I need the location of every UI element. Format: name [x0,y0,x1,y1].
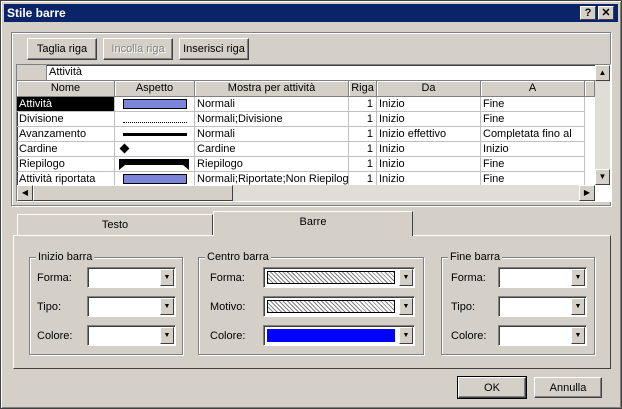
middle-shape-label: Forma: [210,272,245,284]
chevron-down-icon[interactable]: ▼ [399,269,413,286]
cell-from[interactable]: Inizio effettivo [377,127,481,142]
start-shape-label: Forma: [37,272,72,284]
cell-show[interactable]: Cardine [195,142,349,157]
cell-row[interactable]: 1 [349,97,377,112]
scroll-right-icon[interactable]: ▶ [579,185,595,201]
ok-button[interactable]: OK [457,376,527,399]
bar-preview-summary [119,159,189,170]
shape-preview [267,271,395,284]
chevron-down-icon[interactable]: ▼ [571,327,585,344]
bar-preview-line [123,133,187,136]
scroll-up-icon[interactable]: ▲ [595,65,610,81]
end-shape-select[interactable]: ▼ [498,267,587,288]
chevron-down-icon[interactable]: ▼ [160,269,174,286]
tab-testo[interactable]: Testo [17,214,213,236]
bar-styles-table[interactable]: Attività Nome Aspetto Mostra per attivit… [16,64,611,202]
corner-cell [17,65,47,81]
title-bar: Stile barre ? ✕ [4,4,618,22]
chevron-down-icon[interactable]: ▼ [399,298,413,315]
middle-color-label: Colore: [210,330,246,342]
scroll-down-icon[interactable]: ▼ [595,169,610,185]
help-icon[interactable]: ? [580,6,596,20]
end-shape-label: Forma: [451,272,486,284]
cell-appearance[interactable] [115,112,195,127]
cancel-button[interactable]: Annulla [534,377,602,398]
end-type-select[interactable]: ▼ [498,296,587,317]
cell-appearance[interactable] [115,157,195,172]
cell-row[interactable]: 1 [349,142,377,157]
cell-show[interactable]: Normali [195,127,349,142]
cell-name[interactable]: Divisione [17,112,115,127]
cut-row-button[interactable]: Taglia riga [27,38,97,60]
middle-pattern-select[interactable]: ▼ [263,296,415,317]
scroll-left-icon[interactable]: ◀ [17,185,33,201]
cell-from[interactable]: Inizio [377,112,481,127]
start-type-select[interactable]: ▼ [87,296,176,317]
chevron-down-icon[interactable]: ▼ [160,327,174,344]
cell-from[interactable]: Inizio [377,142,481,157]
middle-bar-title: Centro barra [205,251,271,263]
chevron-down-icon[interactable]: ▼ [571,269,585,286]
start-bar-title: Inizio barra [36,251,95,263]
cell-name[interactable]: Attività [17,97,115,112]
chevron-down-icon[interactable]: ▼ [160,298,174,315]
start-color-select[interactable]: ▼ [87,325,176,346]
cell-row[interactable]: 1 [349,112,377,127]
start-color-label: Colore: [37,330,73,342]
cell-name[interactable]: Riepilogo [17,157,115,172]
start-shape-select[interactable]: ▼ [87,267,176,288]
cell-to[interactable]: Fine [481,112,585,127]
horizontal-scroll-thumb[interactable] [33,185,233,201]
paste-row-button[interactable]: Incolla riga [103,38,173,60]
vertical-scrollbar[interactable]: ▲ ▼ [595,65,610,185]
end-color-select[interactable]: ▼ [498,325,587,346]
middle-pattern-label: Motivo: [210,301,246,313]
cell-to[interactable]: Inizio [481,142,585,157]
col-header-row[interactable]: Riga [349,81,377,97]
edit-field[interactable]: Attività [47,65,595,81]
cell-show[interactable]: Normali [195,97,349,112]
cell-row[interactable]: 1 [349,157,377,172]
cell-to[interactable]: Fine [481,157,585,172]
cell-show[interactable]: Normali;Divisione [195,112,349,127]
end-color-label: Colore: [451,330,487,342]
col-header-to[interactable]: A [481,81,585,97]
bar-preview-bar [123,99,187,109]
insert-row-button[interactable]: Inserisci riga [179,38,249,60]
col-header-name[interactable]: Nome [17,81,115,97]
cell-from[interactable]: Inizio [377,157,481,172]
bar-preview-bar [123,174,187,184]
close-icon[interactable]: ✕ [598,6,614,20]
cell-show[interactable]: Riepilogo [195,157,349,172]
end-type-label: Tipo: [451,301,476,313]
cell-from[interactable]: Inizio [377,97,481,112]
start-type-label: Tipo: [37,301,62,313]
middle-shape-select[interactable]: ▼ [263,267,415,288]
cell-appearance[interactable] [115,97,195,112]
chevron-down-icon[interactable]: ▼ [399,327,413,344]
pattern-preview [267,300,395,313]
bar-preview-diamond [119,143,130,154]
cell-name[interactable]: Avanzamento [17,127,115,142]
bar-preview-dots [123,121,187,123]
chevron-down-icon[interactable]: ▼ [571,298,585,315]
cell-appearance[interactable] [115,127,195,142]
dialog-window: Stile barre ? ✕ Taglia riga Incolla riga… [0,0,622,409]
tab-barre[interactable]: Barre [213,211,413,236]
middle-color-select[interactable]: ▼ [263,325,415,346]
col-header-appearance[interactable]: Aspetto [115,81,195,97]
col-header-from[interactable]: Da [377,81,481,97]
col-header-show[interactable]: Mostra per attività [195,81,349,97]
horizontal-scrollbar[interactable]: ◀ ▶ [17,185,595,201]
cell-name[interactable]: Cardine [17,142,115,157]
cell-appearance[interactable] [115,142,195,157]
cell-to[interactable]: Fine [481,97,585,112]
end-bar-title: Fine barra [448,251,503,263]
cell-to[interactable]: Completata fino al [481,127,585,142]
col-header-extra [585,81,595,97]
cell-row[interactable]: 1 [349,127,377,142]
window-title: Stile barre [7,6,66,20]
color-swatch [267,329,395,342]
